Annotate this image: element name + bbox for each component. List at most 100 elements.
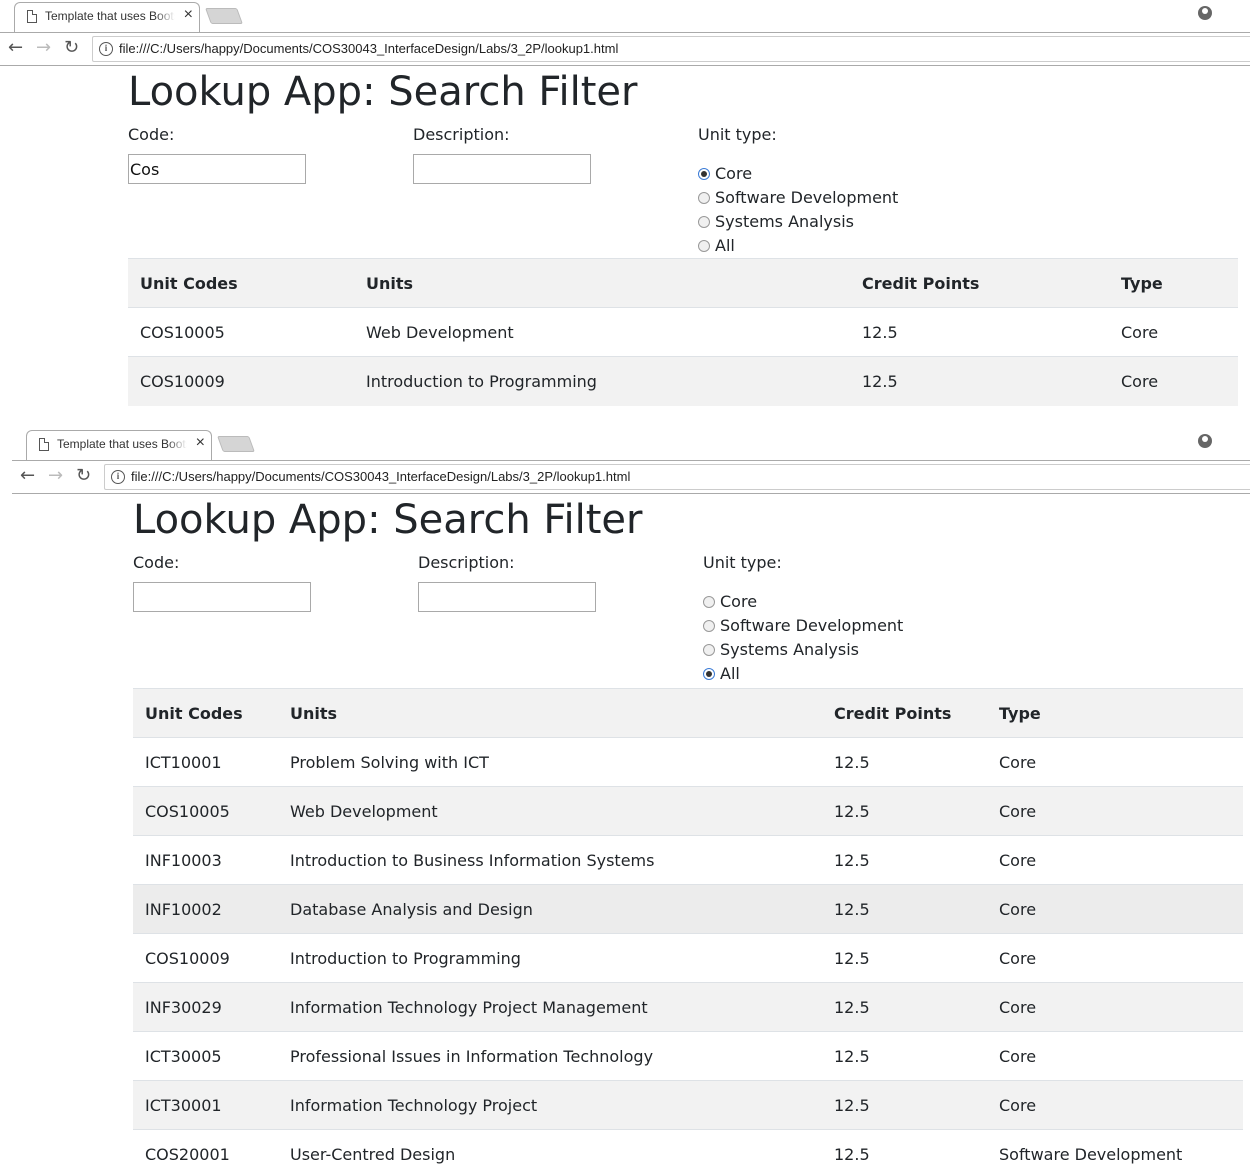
cell-unit: Professional Issues in Information Techn…	[278, 1031, 822, 1081]
cell-code: COS10009	[133, 933, 278, 983]
page-icon	[27, 10, 37, 23]
table-row: COS10009 Introduction to Programming 12.…	[128, 356, 1238, 406]
browser-tab[interactable]: Template that uses Bootstrap ×	[26, 430, 212, 460]
cell-credit: 12.5	[850, 356, 1109, 406]
back-arrow-icon[interactable]: ←	[20, 465, 35, 487]
cell-type: Core	[987, 884, 1243, 934]
radio-button[interactable]	[703, 644, 715, 656]
unit-type-label: Unit type:	[703, 553, 782, 572]
column-header-type: Type	[1109, 258, 1238, 308]
url-text[interactable]: file:///C:/Users/happy/Documents/COS3004…	[119, 41, 618, 56]
cell-code: INF30029	[133, 982, 278, 1032]
cell-credit: 12.5	[822, 1129, 987, 1176]
table-row: ICT30005 Professional Issues in Informat…	[133, 1031, 1243, 1081]
cell-unit: User-Centred Design	[278, 1129, 822, 1176]
page-icon	[39, 438, 49, 451]
column-header-credit-points: Credit Points	[850, 258, 1109, 308]
cell-credit: 12.5	[822, 786, 987, 836]
profile-icon[interactable]	[1198, 6, 1212, 20]
cell-code: INF10003	[133, 835, 278, 885]
description-input[interactable]	[418, 582, 596, 612]
description-label: Description:	[413, 125, 510, 144]
browser-window-all: Template that uses Bootstrap × ← → ↻ i f…	[12, 428, 1250, 1176]
table-header-row: Unit Codes Units Credit Points Type	[128, 258, 1238, 308]
info-icon[interactable]: i	[111, 470, 125, 484]
table-row: ICT30001 Information Technology Project …	[133, 1080, 1243, 1130]
description-label: Description:	[418, 553, 515, 572]
column-header-credit-points: Credit Points	[822, 688, 987, 738]
radio-label: Core	[715, 164, 753, 183]
cell-unit: Web Development	[278, 786, 822, 836]
new-tab-button[interactable]	[205, 8, 243, 24]
column-header-unit-codes: Unit Codes	[133, 688, 278, 738]
url-text[interactable]: file:///C:/Users/happy/Documents/COS3004…	[131, 469, 630, 484]
cell-type: Core	[987, 982, 1243, 1032]
tab-strip: Template that uses Bootstrap ×	[0, 0, 1250, 32]
info-icon[interactable]: i	[99, 42, 113, 56]
units-table: Unit Codes Units Credit Points Type COS1…	[128, 258, 1238, 406]
cell-type: Software Development	[987, 1129, 1243, 1176]
code-label: Code:	[133, 553, 180, 572]
radio-button[interactable]	[698, 216, 710, 228]
column-header-units: Units	[278, 688, 822, 738]
code-input[interactable]	[133, 582, 311, 612]
cell-credit: 12.5	[850, 307, 1109, 357]
cell-unit: Information Technology Project Managemen…	[278, 982, 822, 1032]
browser-tab[interactable]: Template that uses Bootstrap ×	[14, 2, 200, 32]
table-row: INF10003 Introduction to Business Inform…	[133, 835, 1243, 885]
code-input[interactable]	[128, 154, 306, 184]
unit-type-label: Unit type:	[698, 125, 777, 144]
table-row: COS10005 Web Development 12.5 Core	[133, 786, 1243, 836]
cell-credit: 12.5	[822, 982, 987, 1032]
page-content: Lookup App: Search Filter Code: Descript…	[0, 66, 1250, 410]
radio-label: Systems Analysis	[720, 640, 860, 659]
browser-toolbar: ← → ↻ i file:///C:/Users/happy/Documents…	[12, 460, 1250, 494]
cell-credit: 12.5	[822, 884, 987, 934]
units-table: Unit Codes Units Credit Points Type ICT1…	[133, 688, 1243, 1176]
cell-credit: 12.5	[822, 1080, 987, 1130]
radio-button[interactable]	[698, 240, 710, 252]
cell-type: Core	[987, 1080, 1243, 1130]
cell-type: Core	[987, 933, 1243, 983]
radio-button[interactable]	[698, 192, 710, 204]
address-bar[interactable]: i file:///C:/Users/happy/Documents/COS30…	[104, 464, 1250, 490]
radio-button[interactable]	[703, 620, 715, 632]
cell-code: ICT30001	[133, 1080, 278, 1130]
forward-arrow-icon[interactable]: →	[36, 37, 51, 59]
cell-code: ICT10001	[133, 737, 278, 787]
radio-button[interactable]	[698, 168, 710, 180]
cell-type: Core	[987, 835, 1243, 885]
close-tab-icon[interactable]: ×	[184, 6, 193, 24]
close-tab-icon[interactable]: ×	[196, 434, 205, 452]
forward-arrow-icon[interactable]: →	[48, 465, 63, 487]
page-content: Lookup App: Search Filter Code: Descript…	[12, 494, 1250, 1176]
cell-unit: Introduction to Programming	[278, 933, 822, 983]
page-title: Lookup App: Search Filter	[128, 69, 638, 115]
cell-type: Core	[987, 786, 1243, 836]
reload-icon[interactable]: ↻	[64, 37, 79, 59]
cell-unit: Introduction to Programming	[354, 356, 850, 406]
cell-code: COS10005	[133, 786, 278, 836]
radio-button[interactable]	[703, 596, 715, 608]
cell-code: INF10002	[133, 884, 278, 934]
description-input[interactable]	[413, 154, 591, 184]
browser-toolbar: ← → ↻ i file:///C:/Users/happy/Documents…	[0, 32, 1250, 66]
address-bar[interactable]: i file:///C:/Users/happy/Documents/COS30…	[92, 36, 1250, 62]
cell-unit: Introduction to Business Information Sys…	[278, 835, 822, 885]
reload-icon[interactable]: ↻	[76, 465, 91, 487]
cell-credit: 12.5	[822, 1031, 987, 1081]
cell-unit: Problem Solving with ICT	[278, 737, 822, 787]
profile-icon[interactable]	[1198, 434, 1212, 448]
table-row: COS10009 Introduction to Programming 12.…	[133, 933, 1243, 983]
table-row: COS10005 Web Development 12.5 Core	[128, 307, 1238, 357]
cell-credit: 12.5	[822, 835, 987, 885]
table-row: COS20001 User-Centred Design 12.5 Softwa…	[133, 1129, 1243, 1176]
back-arrow-icon[interactable]: ←	[8, 37, 23, 59]
column-header-unit-codes: Unit Codes	[128, 258, 354, 308]
radio-button[interactable]	[703, 668, 715, 680]
radio-label: All	[720, 664, 740, 683]
new-tab-button[interactable]	[217, 436, 255, 452]
tab-strip: Template that uses Bootstrap ×	[12, 428, 1250, 460]
page-title: Lookup App: Search Filter	[133, 497, 643, 543]
cell-type: Core	[1109, 356, 1238, 406]
